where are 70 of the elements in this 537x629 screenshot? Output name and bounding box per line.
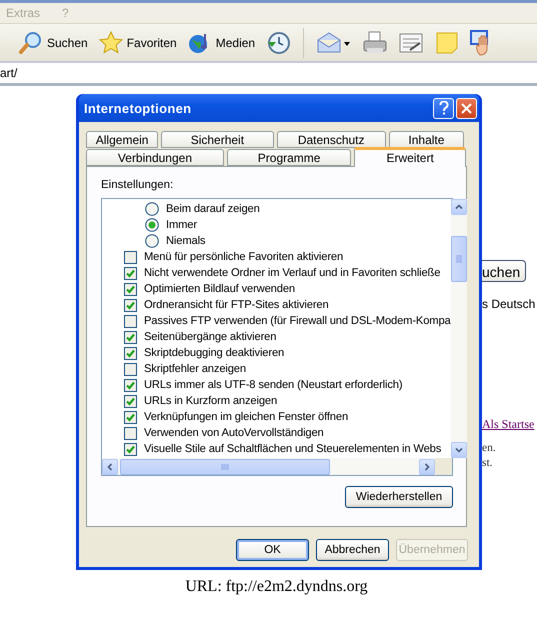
page-text: st. xyxy=(482,456,493,471)
tab[interactable]: Verbindungen xyxy=(86,149,224,166)
checkbox[interactable] xyxy=(124,266,137,280)
checkbox[interactable] xyxy=(124,362,137,376)
option-label: URLs in Kurzform anzeigen xyxy=(144,395,278,407)
search-icon xyxy=(18,30,44,56)
radio-button[interactable] xyxy=(145,202,159,216)
option-label: Optimierten Bildlauf verwenden xyxy=(144,283,295,295)
option-label: Ordneransicht für FTP-Sites aktivieren xyxy=(144,299,329,311)
tab[interactable]: Datenschutz xyxy=(276,131,386,148)
scroll-thumb[interactable] xyxy=(450,236,467,282)
option-label: Niemals xyxy=(166,235,206,247)
caption: URL: ftp://e2m2.dyndns.org xyxy=(184,577,369,596)
mail-icon xyxy=(316,30,352,56)
option-label: Verknüpfungen im gleichen Fenster öffnen xyxy=(144,411,348,423)
checkbox[interactable] xyxy=(124,426,137,440)
checkbox[interactable] xyxy=(124,282,137,296)
vertical-scrollbar[interactable] xyxy=(450,199,467,458)
option-label: URLs immer als UTF-8 senden (Neustart erforderlich) xyxy=(144,379,402,391)
option-label: Menü für persönliche Favoriten aktivieren xyxy=(144,251,344,263)
checkbox[interactable] xyxy=(124,314,137,328)
checkbox[interactable] xyxy=(124,346,137,360)
option-label: Skriptdebugging deaktivieren xyxy=(144,347,284,359)
scroll-thumb[interactable] xyxy=(120,458,330,474)
window-title: Internetoptionen xyxy=(84,100,192,116)
checkbox[interactable] xyxy=(124,330,137,344)
tab[interactable]: Erweitert xyxy=(354,147,466,167)
scrollbar-corner xyxy=(435,458,452,475)
tab[interactable]: Sicherheit xyxy=(161,131,274,148)
note-icon xyxy=(434,30,460,56)
option-label: Visuelle Stile auf Schaltflächen und Steuerelementen in Webs xyxy=(144,443,442,455)
grip-icon xyxy=(454,254,463,262)
horizontal-scrollbar[interactable] xyxy=(102,458,452,475)
page-text: s Deutsch xyxy=(482,297,536,311)
toolbar-button[interactable]: Medien xyxy=(184,30,258,56)
page-text: en. xyxy=(482,441,496,456)
homepage-link[interactable]: Als Startse xyxy=(482,417,534,432)
option-label: Skriptfehler anzeigen xyxy=(144,363,246,375)
tab[interactable]: Programme xyxy=(226,149,352,166)
dialog-button[interactable]: Abbrechen xyxy=(316,539,389,561)
settings-label: Einstellungen: xyxy=(101,179,174,191)
toolbar-button[interactable]: Favoriten xyxy=(96,30,179,56)
dialog-button[interactable]: OK xyxy=(236,539,309,561)
grip-icon xyxy=(221,462,229,470)
checkbox[interactable] xyxy=(124,298,137,312)
checkbox[interactable] xyxy=(124,410,137,424)
restore-button[interactable]: Wiederherstellen xyxy=(345,486,453,508)
help-icon xyxy=(438,101,448,115)
option-label: Beim darauf zeigen xyxy=(166,203,260,215)
printer-icon xyxy=(362,30,388,56)
radio-button[interactable] xyxy=(145,234,159,248)
radio-button[interactable] xyxy=(145,218,159,232)
option-label: Seitenübergänge aktivieren xyxy=(144,331,276,343)
star-icon xyxy=(98,30,124,56)
checkbox[interactable] xyxy=(124,250,137,264)
option-label: Immer xyxy=(166,219,197,231)
search-button[interactable]: uchen xyxy=(482,260,526,282)
close-button[interactable] xyxy=(456,98,477,118)
checkbox[interactable] xyxy=(124,378,137,392)
tab[interactable]: Inhalte xyxy=(388,131,464,148)
clock-icon xyxy=(265,30,292,56)
option-label: Verwenden von AutoVervollständigen xyxy=(144,427,324,439)
option-label: Nicht verwendete Ordner im Verlauf und in Favoriten schließe xyxy=(144,267,440,279)
tab[interactable]: Allgemein xyxy=(86,131,158,148)
checkbox[interactable] xyxy=(124,394,137,408)
checkbox[interactable] xyxy=(124,442,137,456)
toolbar-button[interactable]: Suchen xyxy=(16,30,90,56)
help-button[interactable] xyxy=(433,98,454,118)
close-icon xyxy=(461,102,472,114)
option-label: Passives FTP verwenden (für Firewall und DSL-Modem-Kompa xyxy=(144,315,451,327)
